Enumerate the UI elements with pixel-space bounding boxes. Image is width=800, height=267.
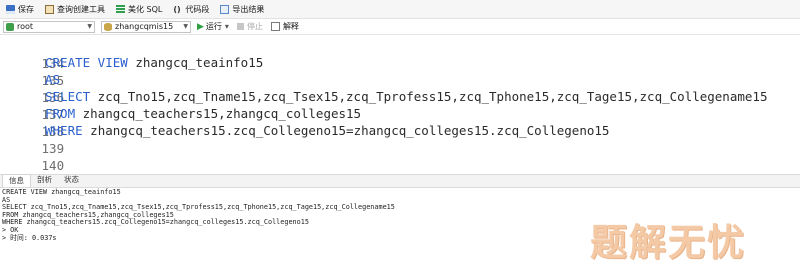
stop-button[interactable]: 停止 — [236, 21, 263, 32]
editor-line: 135 CREATE VIEW zhangcq_teainfo15 — [0, 54, 800, 88]
explain-label: 解释 — [282, 22, 299, 31]
sql-keyword: CREATE VIEW — [45, 55, 128, 70]
editor-line: 141 — [0, 156, 800, 190]
sql-keyword: WHERE — [45, 123, 83, 138]
database-select[interactable]: zhangcqmis15 ▼ — [101, 20, 191, 33]
query-builder-button[interactable]: 查询创建工具 — [42, 1, 109, 18]
save-label: 保存 — [18, 4, 34, 14]
chevron-down-icon: ▼ — [87, 23, 92, 30]
beautify-sql-label: 美化 SQL — [128, 4, 163, 14]
sql-text: zhangcq_teachers15.zcq_Collegeno15=zhang… — [82, 123, 610, 138]
tab-info[interactable]: 信息 — [2, 174, 31, 187]
stop-label: 停止 — [246, 22, 263, 31]
sql-keyword: SELECT — [45, 89, 91, 104]
editor-line: 138 FROM zhangcq_teachers15,zhangcq_coll… — [0, 105, 800, 139]
run-dropdown-icon[interactable]: ▾ — [225, 22, 229, 31]
explain-icon — [270, 22, 280, 31]
sql-keyword: FROM — [45, 106, 76, 121]
export-icon — [220, 4, 230, 14]
query-builder-label: 查询创建工具 — [57, 4, 105, 14]
beautify-icon — [116, 4, 125, 14]
connection-bar: root ▼ zhangcqmis15 ▼ ▶ 运行 ▾ 停止 解释 — [0, 19, 800, 35]
watermark-char: 题 — [590, 221, 629, 264]
export-results-label: 导出结果 — [232, 4, 265, 14]
watermark-char: 忧 — [707, 221, 746, 264]
stop-icon — [236, 23, 244, 30]
connection-icon — [6, 22, 14, 31]
sql-text: zhangcq_teachers15,zhangcq_colleges15 — [75, 106, 362, 121]
watermark-char: 无 — [668, 221, 707, 264]
watermark-char: 解 — [629, 221, 668, 264]
code-snippet-label: 代码段 — [185, 4, 210, 14]
tab-profile[interactable]: 剖析 — [31, 174, 58, 187]
connection-select[interactable]: root ▼ — [3, 20, 95, 33]
code-snippet-button[interactable]: () 代码段 — [170, 1, 213, 18]
sql-editor[interactable]: 134 135 CREATE VIEW zhangcq_teainfo15 13… — [0, 36, 800, 190]
save-button[interactable]: 保存 — [3, 1, 38, 18]
run-label: 运行 — [205, 22, 222, 31]
editor-line: 137 SELECT zcq_Tno15,zcq_Tname15,zcq_Tse… — [0, 88, 800, 122]
database-icon — [104, 22, 112, 31]
run-button[interactable]: ▶ 运行 ▾ — [197, 21, 229, 32]
watermark: 题 解 无 忧 — [590, 212, 746, 266]
beautify-sql-button[interactable]: 美化 SQL — [113, 1, 166, 18]
result-tabs: 信息 剖析 状态 — [0, 174, 800, 188]
save-icon — [6, 4, 15, 14]
database-value: zhangcqmis15 — [115, 22, 174, 31]
sql-text: zcq_Tno15,zcq_Tname15,zcq_Tsex15,zcq_Tpr… — [90, 89, 768, 104]
tab-status[interactable]: 状态 — [58, 174, 85, 187]
sql-text: zhangcq_teainfo15 — [127, 55, 264, 70]
export-results-button[interactable]: 导出结果 — [217, 1, 268, 18]
editor-line: 134 — [0, 37, 800, 71]
output-line: CREATE VIEW zhangcq_teainfo15 — [2, 188, 121, 196]
editor-line: 136 AS — [0, 71, 800, 105]
editor-line: 139 WHERE zhangcq_teachers15.zcq_College… — [0, 122, 800, 156]
sql-keyword: AS — [45, 72, 61, 87]
explain-button[interactable]: 解释 — [270, 21, 299, 32]
connection-value: root — [17, 22, 34, 31]
play-icon: ▶ — [197, 21, 204, 32]
chevron-down-icon: ▼ — [183, 23, 188, 30]
code-snippet-icon: () — [173, 4, 181, 14]
main-toolbar: 保存 查询创建工具 美化 SQL () 代码段 导出结果 — [0, 0, 800, 19]
editor-line: 140 — [0, 139, 800, 173]
query-builder-icon — [45, 4, 54, 14]
